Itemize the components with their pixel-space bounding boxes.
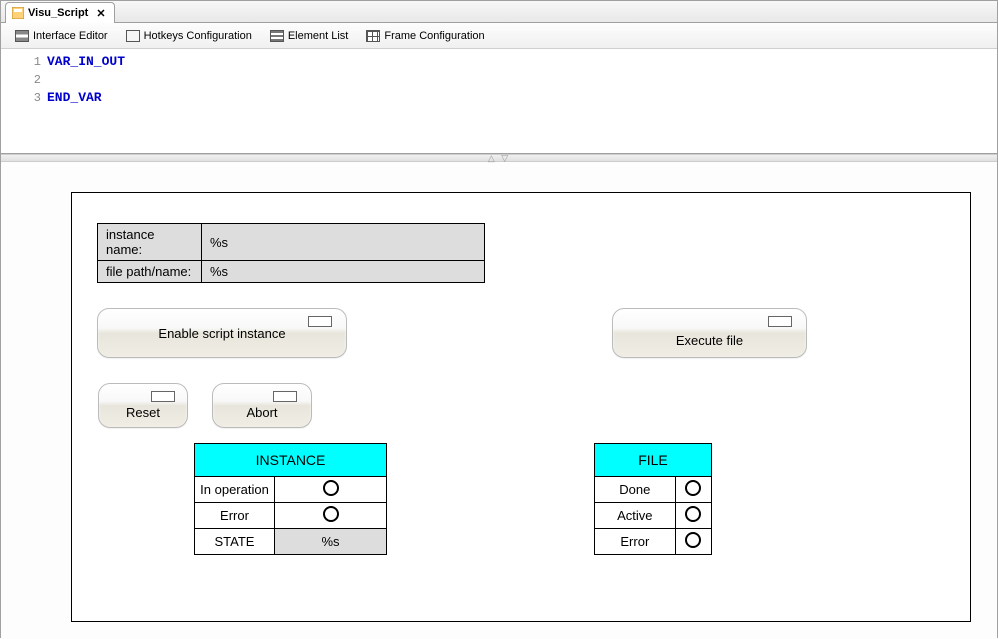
table-row: Done — [595, 477, 712, 503]
in-operation-indicator — [275, 477, 387, 503]
indicator-icon — [308, 316, 332, 327]
file-path-value: %s — [202, 261, 485, 283]
toolbar-element-list[interactable]: Element List — [264, 28, 355, 44]
table-row: STATE %s — [195, 529, 387, 555]
instance-name-label: instance name: — [98, 224, 202, 261]
info-table: instance name: %s file path/name: %s — [97, 223, 485, 283]
square-icon — [126, 30, 140, 42]
reset-button[interactable]: Reset — [98, 383, 188, 428]
editor-toolbar: Interface Editor Hotkeys Configuration E… — [1, 23, 997, 49]
done-indicator — [675, 477, 711, 503]
file-status-box: FILE Done Active Error — [594, 443, 712, 555]
table-row: In operation — [195, 477, 387, 503]
circle-icon — [685, 506, 701, 522]
visualization-canvas[interactable]: instance name: %s file path/name: %s Ena… — [71, 192, 971, 622]
button-label: Execute file — [676, 333, 743, 348]
execute-file-button[interactable]: Execute file — [612, 308, 807, 358]
code-content[interactable]: VAR_IN_OUT END_VAR — [47, 49, 125, 153]
code-line — [47, 71, 125, 89]
instance-status-box: INSTANCE In operation Error STATE %s — [194, 443, 387, 555]
table-row: Error — [595, 529, 712, 555]
file-path-label: file path/name: — [98, 261, 202, 283]
line-number: 2 — [1, 71, 41, 89]
file-status-header: FILE — [595, 444, 712, 477]
state-value: %s — [275, 529, 387, 555]
circle-icon — [685, 480, 701, 496]
splitter-grip-icon: △ ▽ — [488, 153, 510, 164]
toolbar-label: Frame Configuration — [384, 30, 484, 42]
indicator-icon — [273, 391, 297, 402]
toolbar-frame-config[interactable]: Frame Configuration — [360, 28, 490, 44]
canvas-wrap: instance name: %s file path/name: %s Ena… — [1, 162, 997, 639]
list-icon — [270, 30, 284, 42]
horizontal-splitter[interactable]: △ ▽ — [1, 154, 997, 162]
instance-error-indicator — [275, 503, 387, 529]
enable-script-button[interactable]: Enable script instance — [97, 308, 347, 358]
toolbar-label: Interface Editor — [33, 30, 108, 42]
indicator-icon — [151, 391, 175, 402]
table-row: instance name: %s — [98, 224, 485, 261]
active-label: Active — [595, 503, 676, 529]
button-label: Reset — [126, 405, 160, 420]
table-icon — [15, 30, 29, 42]
circle-icon — [323, 506, 339, 522]
table-row: Active — [595, 503, 712, 529]
line-number: 3 — [1, 89, 41, 107]
code-line: VAR_IN_OUT — [47, 53, 125, 71]
close-icon[interactable]: ✕ — [96, 7, 105, 20]
active-indicator — [675, 503, 711, 529]
toolbar-interface-editor[interactable]: Interface Editor — [9, 28, 114, 44]
instance-name-value: %s — [202, 224, 485, 261]
table-row: Error — [195, 503, 387, 529]
toolbar-label: Hotkeys Configuration — [144, 30, 252, 42]
tab-title: Visu_Script — [28, 7, 88, 19]
instance-error-label: Error — [195, 503, 275, 529]
file-error-label: Error — [595, 529, 676, 555]
toolbar-hotkeys[interactable]: Hotkeys Configuration — [120, 28, 258, 44]
circle-icon — [685, 532, 701, 548]
circle-icon — [323, 480, 339, 496]
line-number-gutter: 1 2 3 — [1, 49, 47, 153]
tab-strip: Visu_Script ✕ — [1, 1, 997, 23]
state-label: STATE — [195, 529, 275, 555]
line-number: 1 — [1, 53, 41, 71]
code-line: END_VAR — [47, 89, 125, 107]
done-label: Done — [595, 477, 676, 503]
toolbar-label: Element List — [288, 30, 349, 42]
abort-button[interactable]: Abort — [212, 383, 312, 428]
instance-status-header: INSTANCE — [195, 444, 387, 477]
table-row: file path/name: %s — [98, 261, 485, 283]
indicator-icon — [768, 316, 792, 327]
file-error-indicator — [675, 529, 711, 555]
button-label: Enable script instance — [158, 326, 285, 341]
button-label: Abort — [246, 405, 277, 420]
code-editor[interactable]: 1 2 3 VAR_IN_OUT END_VAR — [1, 49, 997, 154]
visu-tab-icon — [12, 7, 24, 19]
tab-visu-script[interactable]: Visu_Script ✕ — [5, 2, 115, 23]
grid-icon — [366, 30, 380, 42]
in-operation-label: In operation — [195, 477, 275, 503]
